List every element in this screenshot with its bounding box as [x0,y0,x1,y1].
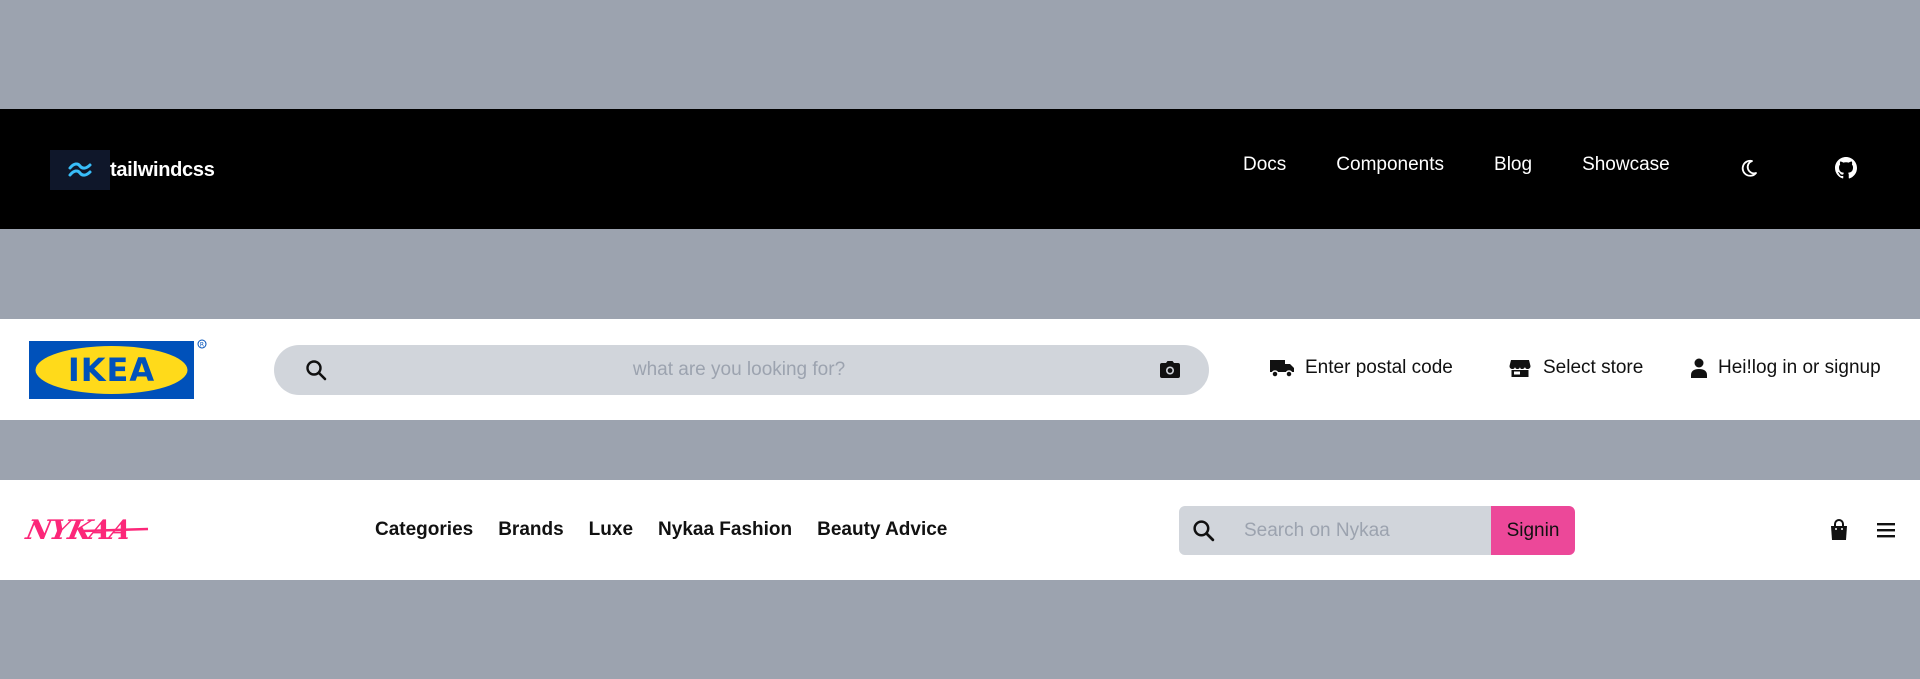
nykaa-navbar: NYKAA Categories Brands Luxe Nykaa Fashi… [0,480,1920,580]
tailwind-brand-text: tailwindcss [110,158,215,181]
nykaa-logo[interactable]: NYKAA [22,514,152,546]
github-icon[interactable] [1834,156,1858,180]
nykaa-search-bar [1179,506,1491,555]
nav-link-blog[interactable]: Blog [1494,154,1532,176]
moon-icon[interactable] [1737,156,1761,180]
signin-button[interactable]: Signin [1491,506,1575,555]
ikea-search-input[interactable] [344,345,1134,395]
nav-link-categories[interactable]: Categories [375,519,473,541]
tailwind-navbar: tailwindcss Docs Components Blog Showcas… [0,109,1920,229]
search-icon[interactable] [304,358,328,382]
select-store-button[interactable]: Select store [1507,357,1643,379]
ikea-logo[interactable]: IKEA R [29,339,209,401]
svg-text:R: R [200,342,204,349]
login-signup-label: Hei!log in or signup [1718,357,1881,378]
select-store-label: Select store [1543,357,1644,378]
tailwind-logo-link[interactable]: tailwindcss [50,150,215,190]
nykaa-search-input[interactable] [1234,506,1484,555]
nav-link-docs[interactable]: Docs [1243,154,1286,176]
nav-link-nykaa-fashion[interactable]: Nykaa Fashion [658,519,792,541]
hamburger-menu-icon[interactable] [1874,518,1898,542]
ikea-search-bar [274,345,1209,395]
ikea-logo-text: IKEA [68,351,155,389]
postal-code-label: Enter postal code [1305,357,1453,378]
tailwind-nav-links: Docs Components Blog Showcase [1243,154,1670,176]
shopping-bag-icon[interactable] [1827,518,1851,542]
nav-link-showcase[interactable]: Showcase [1582,154,1670,176]
nav-link-components[interactable]: Components [1336,154,1444,176]
nav-link-beauty-advice[interactable]: Beauty Advice [817,519,947,541]
user-icon [1690,357,1708,379]
nav-link-brands[interactable]: Brands [498,519,563,541]
postal-code-button[interactable]: Enter postal code [1269,357,1453,379]
nav-link-luxe[interactable]: Luxe [589,519,633,541]
nykaa-nav-links: Categories Brands Luxe Nykaa Fashion Bea… [375,519,972,541]
camera-icon[interactable] [1158,358,1182,382]
ikea-navbar: IKEA R Enter postal code Select store He… [0,319,1920,420]
store-icon [1507,357,1533,379]
search-icon[interactable] [1191,518,1216,543]
login-signup-button[interactable]: Hei!log in or signup [1690,357,1881,379]
truck-icon [1269,357,1295,379]
tailwind-logo-icon [50,150,110,190]
